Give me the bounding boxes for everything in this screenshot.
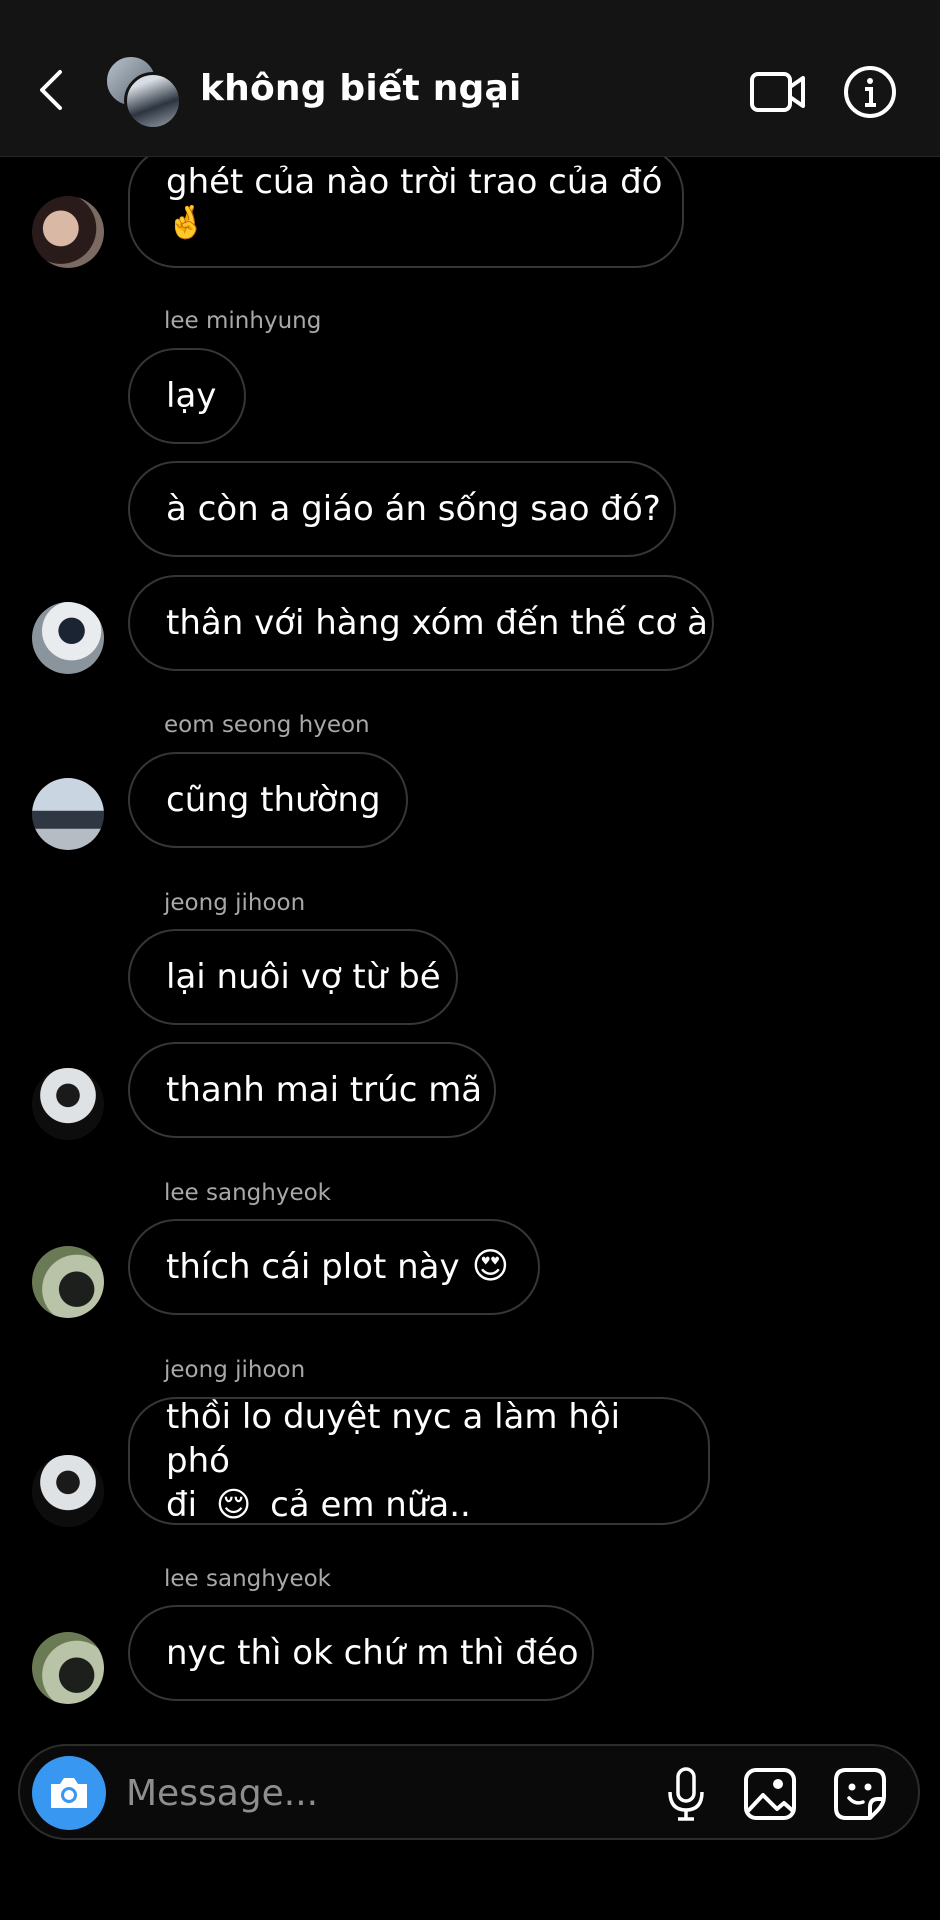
avatar[interactable]	[32, 778, 104, 850]
chat-title[interactable]: không biết ngại	[200, 68, 522, 109]
heart-eyes-emoji: 😍	[471, 1246, 510, 1287]
sender-name: lee sanghyeok	[164, 1566, 331, 1592]
avatar[interactable]	[32, 602, 104, 674]
message-bubble[interactable]: lại nuôi vợ từ bé	[128, 929, 458, 1025]
message-text: à còn a giáo án sống sao đó?	[166, 489, 661, 529]
message-bubble[interactable]: cũng thường	[128, 752, 408, 848]
message-bubble[interactable]: thanh mai trúc mã	[128, 1042, 496, 1138]
group-avatar[interactable]	[104, 54, 182, 130]
message-input[interactable]	[124, 1764, 558, 1822]
avatar[interactable]	[32, 1068, 104, 1140]
avatar[interactable]	[32, 1455, 104, 1527]
crossed-fingers-emoji: 🤞	[166, 203, 206, 241]
message-text: lại nuôi vợ từ bé	[166, 957, 441, 997]
sticker-button[interactable]	[830, 1764, 890, 1824]
relieved-emoji: 😌	[215, 1485, 252, 1525]
sender-name: jeong jihoon	[164, 1357, 306, 1383]
avatar[interactable]	[32, 196, 104, 268]
video-camera-icon	[750, 72, 805, 112]
message-text: ghét của nào trời trao của đó	[166, 162, 663, 202]
back-button[interactable]	[30, 60, 70, 120]
info-icon	[844, 66, 896, 118]
sticker-icon	[834, 1768, 886, 1820]
sender-name: lee sanghyeok	[164, 1180, 331, 1206]
chevron-left-icon	[40, 70, 62, 110]
message-bubble[interactable]: thồi lo duyệt nyc a làm hội phó đi 😌 cả …	[128, 1397, 710, 1525]
sender-name: jeong jihoon	[164, 890, 306, 916]
chat-header: không biết ngại	[0, 0, 940, 157]
image-icon	[744, 1768, 796, 1820]
avatar[interactable]	[32, 1632, 104, 1704]
message-bubble[interactable]: lạy	[128, 348, 246, 444]
message-text: thanh mai trúc mã	[166, 1070, 483, 1110]
microphone-icon	[668, 1767, 704, 1821]
video-call-button[interactable]	[748, 64, 808, 120]
gallery-button[interactable]	[740, 1764, 800, 1824]
message-bubble[interactable]: ghét của nào trời trao của đó 🤞	[128, 146, 684, 268]
message-bubble[interactable]: nyc thì ok chứ m thì đéo	[128, 1605, 594, 1701]
message-text: thích cái plot này	[166, 1247, 460, 1287]
message-text: nyc thì ok chứ m thì đéo	[166, 1633, 579, 1673]
sender-name: lee minhyung	[164, 308, 322, 334]
message-text: lạy	[166, 376, 217, 416]
sender-name: eom seong hyeon	[164, 712, 370, 738]
message-text-segment: đi	[166, 1485, 198, 1525]
avatar[interactable]	[32, 1246, 104, 1318]
message-text-segment: cả em nữa..	[270, 1485, 471, 1525]
message-text: thân với hàng xóm đến thế cơ à	[166, 603, 708, 643]
message-composer	[18, 1744, 920, 1840]
voice-message-button[interactable]	[656, 1764, 716, 1824]
camera-button[interactable]	[32, 1756, 106, 1830]
message-text: cũng thường	[166, 780, 381, 820]
message-feed[interactable]: ghét của nào trời trao của đó 🤞 lee minh…	[0, 0, 940, 1730]
message-bubble[interactable]: thích cái plot này 😍	[128, 1219, 540, 1315]
camera-icon	[51, 1778, 87, 1808]
message-bubble[interactable]: à còn a giáo án sống sao đó?	[128, 461, 676, 557]
message-text-line2: đi 😌 cả em nữa..	[166, 1483, 471, 1527]
message-bubble[interactable]: thân với hàng xóm đến thế cơ à	[128, 575, 714, 671]
message-text-line1: thồi lo duyệt nyc a làm hội phó	[166, 1397, 621, 1481]
info-button[interactable]	[840, 64, 900, 120]
avatar	[124, 72, 182, 130]
